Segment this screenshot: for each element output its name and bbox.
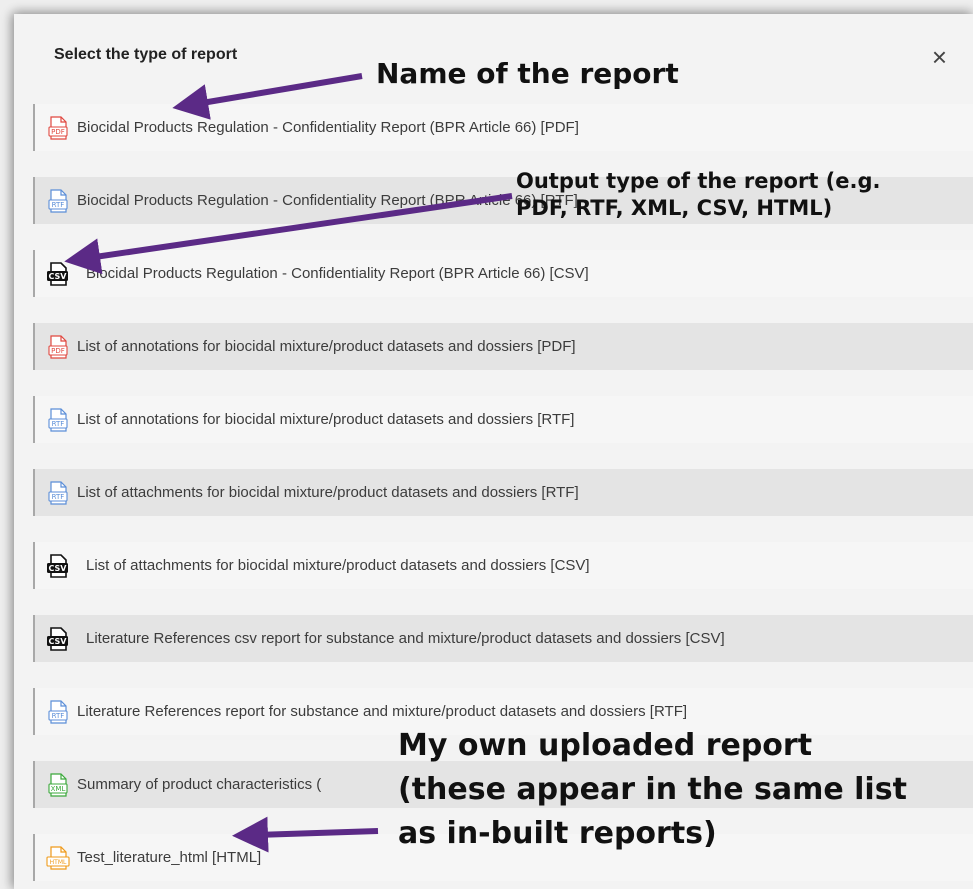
report-item-label: Summary of product characteristics ( xyxy=(77,776,322,793)
csv-file-icon: CSV xyxy=(45,626,71,652)
report-item-label: Test_literature_html [HTML] xyxy=(77,849,262,866)
report-item-label: Biocidal Products Regulation - Confident… xyxy=(77,192,578,209)
report-item-label: List of annotations for biocidal mixture… xyxy=(77,411,575,428)
rtf-file-icon: RTF xyxy=(45,407,71,433)
rtf-file-icon: RTF xyxy=(45,188,71,214)
report-item[interactable]: RTF List of attachments for biocidal mixt… xyxy=(33,469,973,516)
svg-text:HTML: HTML xyxy=(50,859,67,866)
rtf-file-icon: RTF xyxy=(45,699,71,725)
pdf-file-icon: PDF xyxy=(45,334,71,360)
dialog-header: Select the type of report × xyxy=(14,14,973,104)
rtf-file-icon: RTF xyxy=(45,480,71,506)
report-item[interactable]: HTML Test_literature_html [HTML] xyxy=(33,834,973,881)
report-item-label: Biocidal Products Regulation - Confident… xyxy=(77,119,579,136)
report-item[interactable]: CSV Biocidal Products Regulation - Confid… xyxy=(33,250,973,297)
svg-text:CSV: CSV xyxy=(49,637,68,646)
svg-text:RTF: RTF xyxy=(52,201,65,209)
csv-file-icon: CSV xyxy=(45,261,71,287)
report-item[interactable]: PDF List of annotations for biocidal mixt… xyxy=(33,323,973,370)
svg-text:RTF: RTF xyxy=(52,420,65,428)
pdf-file-icon: PDF xyxy=(45,115,71,141)
report-item-label: List of annotations for biocidal mixture… xyxy=(77,338,576,355)
dialog-title: Select the type of report xyxy=(54,46,238,63)
report-item[interactable]: RTF List of annotations for biocidal mixt… xyxy=(33,396,973,443)
report-item[interactable]: RTF Biocidal Products Regulation - Confid… xyxy=(33,177,973,224)
report-item[interactable]: XML Summary of product characteristics ( xyxy=(33,761,973,808)
svg-text:RTF: RTF xyxy=(52,712,65,720)
svg-text:PDF: PDF xyxy=(51,347,65,355)
svg-text:CSV: CSV xyxy=(49,564,68,573)
svg-text:CSV: CSV xyxy=(49,272,68,281)
report-item-label: Literature References csv report for sub… xyxy=(86,630,725,647)
close-icon[interactable]: × xyxy=(932,44,947,70)
report-item-label: Biocidal Products Regulation - Confident… xyxy=(86,265,589,282)
report-item[interactable]: PDF Biocidal Products Regulation - Confid… xyxy=(33,104,973,151)
report-item[interactable]: RTF Literature References report for subs… xyxy=(33,688,973,735)
report-item-label: List of attachments for biocidal mixture… xyxy=(86,557,590,574)
svg-text:PDF: PDF xyxy=(51,128,65,136)
report-type-dialog: Select the type of report × PDF Biocidal … xyxy=(14,14,973,889)
xml-file-icon: XML xyxy=(45,772,71,798)
svg-text:RTF: RTF xyxy=(52,493,65,501)
svg-text:XML: XML xyxy=(51,785,66,793)
report-item-label: List of attachments for biocidal mixture… xyxy=(77,484,579,501)
report-item[interactable]: CSV List of attachments for biocidal mixt… xyxy=(33,542,973,589)
csv-file-icon: CSV xyxy=(45,553,71,579)
report-type-list: PDF Biocidal Products Regulation - Confid… xyxy=(33,104,973,889)
report-item[interactable]: CSV Literature References csv report for … xyxy=(33,615,973,662)
html-file-icon: HTML xyxy=(45,845,71,871)
report-item-label: Literature References report for substan… xyxy=(77,703,688,720)
